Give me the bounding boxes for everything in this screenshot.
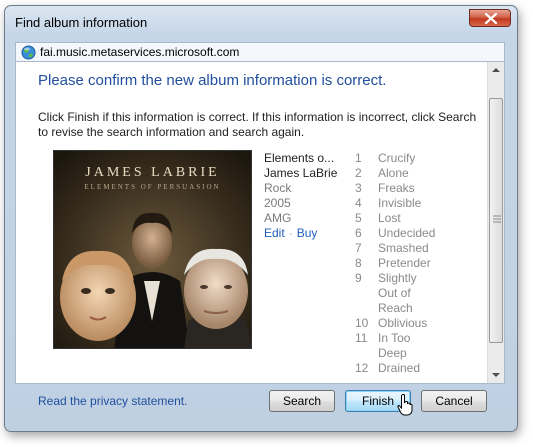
track-name: Pretender <box>378 256 431 270</box>
album-details: Elements o... James LaBrie Rock 2005 AMG… <box>264 151 337 241</box>
scroll-thumb[interactable] <box>489 98 503 343</box>
album-genre: Rock <box>264 181 292 195</box>
album-cover-artist-text: JAMES LABRIE <box>85 165 220 180</box>
track-number: 3 <box>355 181 362 195</box>
track-number: 5 <box>355 211 362 225</box>
album-source: AMG <box>264 211 292 225</box>
track-number: 9 <box>355 271 362 285</box>
track-number: 11 <box>355 331 368 345</box>
track-number: 6 <box>355 226 362 240</box>
grip-icon <box>493 215 501 223</box>
close-icon <box>484 13 498 24</box>
track-name: Freaks <box>378 181 415 195</box>
track-number: 7 <box>355 241 362 255</box>
track-name: Alone <box>378 166 409 180</box>
globe-icon <box>21 45 36 63</box>
track-name: Invisible <box>378 196 422 210</box>
track-number: 10 <box>355 316 369 330</box>
scroll-down-button[interactable] <box>488 366 504 383</box>
track-name: Undecided <box>378 226 436 240</box>
track-number: 8 <box>355 256 362 270</box>
scroll-up-arrow-icon <box>492 68 500 72</box>
track-number: 4 <box>355 196 362 210</box>
album-artist: James LaBrie <box>264 166 338 180</box>
window-title: Find album information <box>15 15 148 30</box>
cancel-button[interactable]: Cancel <box>421 390 487 412</box>
track-number: 2 <box>355 166 362 180</box>
track-name: Smashed <box>378 241 429 255</box>
album-year: 2005 <box>264 196 291 210</box>
instructions-text: Click Finish if this information is corr… <box>38 110 477 139</box>
page-heading: Please confirm the new album information… <box>38 72 387 89</box>
link-separator: · <box>288 226 293 240</box>
album-cover-image: JAMES LABRIE ELEMENTS OF PERSUASION <box>53 150 252 349</box>
track-name: Oblivious <box>378 316 428 330</box>
search-button[interactable]: Search <box>269 390 335 412</box>
content-pane: Please confirm the new album information… <box>15 62 505 384</box>
buy-link[interactable]: Buy <box>297 226 318 240</box>
album-actions: Edit · Buy <box>264 226 337 241</box>
edit-link[interactable]: Edit <box>264 226 285 240</box>
vertical-scrollbar[interactable] <box>487 62 504 383</box>
dialog-window: Find album information fai.music.metaser… <box>4 5 518 432</box>
album-cover-title-text: ELEMENTS OF PERSUASION <box>84 183 221 191</box>
track-name: In Too Deep <box>378 331 411 360</box>
album-title: Elements o... <box>264 151 335 165</box>
title-bar[interactable]: Find album information <box>5 6 517 36</box>
close-button[interactable] <box>469 9 511 27</box>
scroll-up-button[interactable] <box>488 62 504 79</box>
track-number: 12 <box>355 361 369 375</box>
privacy-statement-link[interactable]: Read the privacy statement. <box>38 394 187 408</box>
track-name: Lost <box>378 211 401 225</box>
scroll-down-arrow-icon <box>492 373 500 377</box>
track-number: 1 <box>355 151 362 165</box>
track-name: Slightly Out of Reach <box>378 271 417 315</box>
hand-cursor-icon <box>397 394 413 416</box>
track-name: Drained <box>378 361 421 375</box>
address-bar: fai.music.metaservices.microsoft.com <box>15 42 505 62</box>
address-url: fai.music.metaservices.microsoft.com <box>40 45 240 59</box>
track-name: Crucify <box>378 151 416 165</box>
